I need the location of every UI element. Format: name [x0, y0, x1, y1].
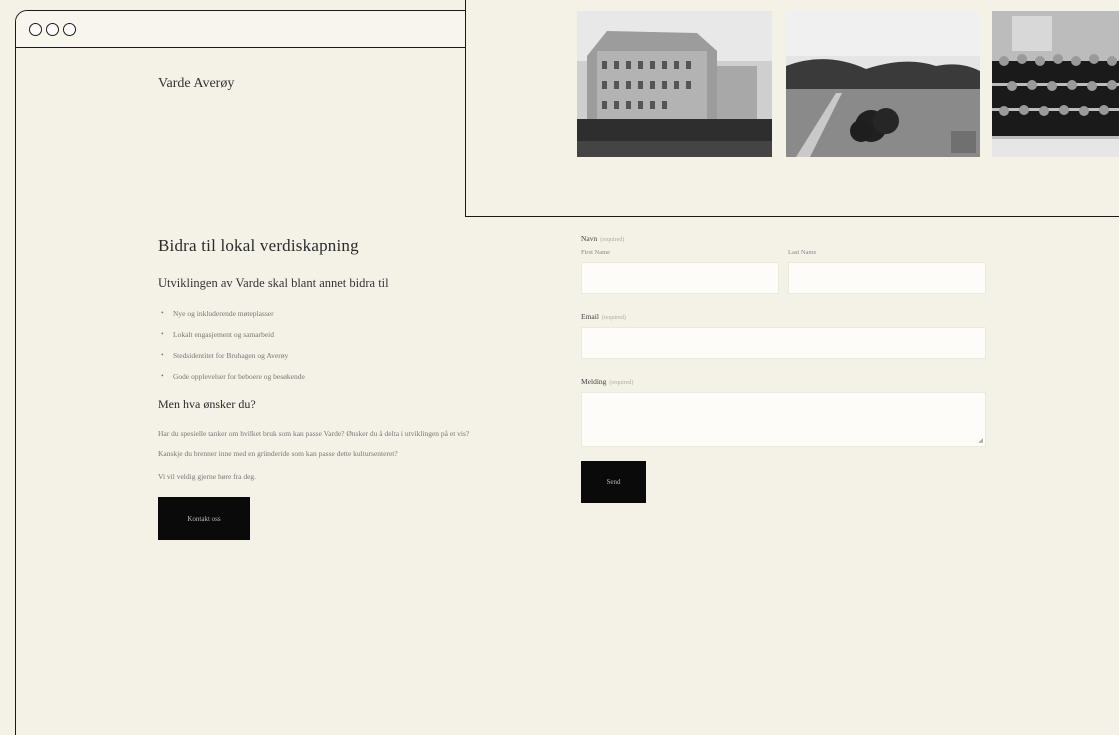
email-label: Email (required) — [581, 312, 986, 321]
list-item: Lokalt engasjement og samarbeid — [158, 329, 488, 339]
required-marker: (required) — [601, 315, 626, 321]
email-field[interactable] — [581, 327, 986, 359]
list-item: Stedsidentitet for Bruhagen og Averøy — [158, 350, 488, 360]
send-button[interactable]: Send — [581, 461, 646, 503]
goals-list: Nye og inkluderende møteplasser Lokalt e… — [158, 308, 488, 381]
landscape-photo — [786, 11, 980, 157]
list-item: Gode opplevelser for beboere og besøkend… — [158, 371, 488, 381]
section-heading: Bidra til lokal verdiskapning — [158, 236, 359, 255]
contribute-section: Bidra til lokal verdiskapning Utviklinge… — [158, 236, 488, 540]
gallery-window — [465, 0, 1119, 217]
required-marker: (required) — [600, 237, 625, 243]
name-label-text: Navn — [581, 234, 598, 243]
group-portrait-photo — [992, 11, 1119, 157]
first-name-field[interactable] — [581, 262, 779, 294]
window-controls — [29, 23, 76, 36]
last-name-field[interactable] — [788, 262, 986, 294]
message-label: Melding (required) — [581, 377, 986, 386]
email-label-text: Email — [581, 312, 599, 321]
contact-form: Navn (required) First Name Last Name Emai… — [581, 234, 986, 503]
name-fields-row: First Name Last Name — [581, 249, 986, 294]
first-name-label: First Name — [581, 249, 611, 256]
required-marker: (required) — [609, 380, 634, 386]
section-subheading: Utviklingen av Varde skal blant annet bi… — [158, 276, 389, 290]
site-title[interactable]: Varde Averøy — [158, 76, 234, 92]
last-name-label: Last Name — [788, 249, 817, 256]
message-textarea[interactable]: ◢ — [581, 392, 986, 447]
resize-handle-icon[interactable]: ◢ — [978, 437, 983, 444]
name-label: Navn (required) — [581, 234, 986, 243]
body-paragraph-closing: Vi vil veldig gjerne høre fra deg. — [158, 472, 257, 481]
window-control-minimize[interactable] — [46, 23, 59, 36]
question-heading: Men hva ønsker du? — [158, 397, 256, 411]
body-paragraph: Har du spesielle tanker om hvilket bruk … — [158, 429, 470, 458]
contact-us-button[interactable]: Kontakt oss — [158, 497, 250, 540]
first-name-group: First Name — [581, 249, 779, 294]
last-name-group: Last Name — [788, 249, 986, 294]
school-building-photo — [577, 11, 772, 157]
window-control-maximize[interactable] — [63, 23, 76, 36]
message-label-text: Melding — [581, 377, 607, 386]
window-control-close[interactable] — [29, 23, 42, 36]
list-item: Nye og inkluderende møteplasser — [158, 308, 488, 318]
